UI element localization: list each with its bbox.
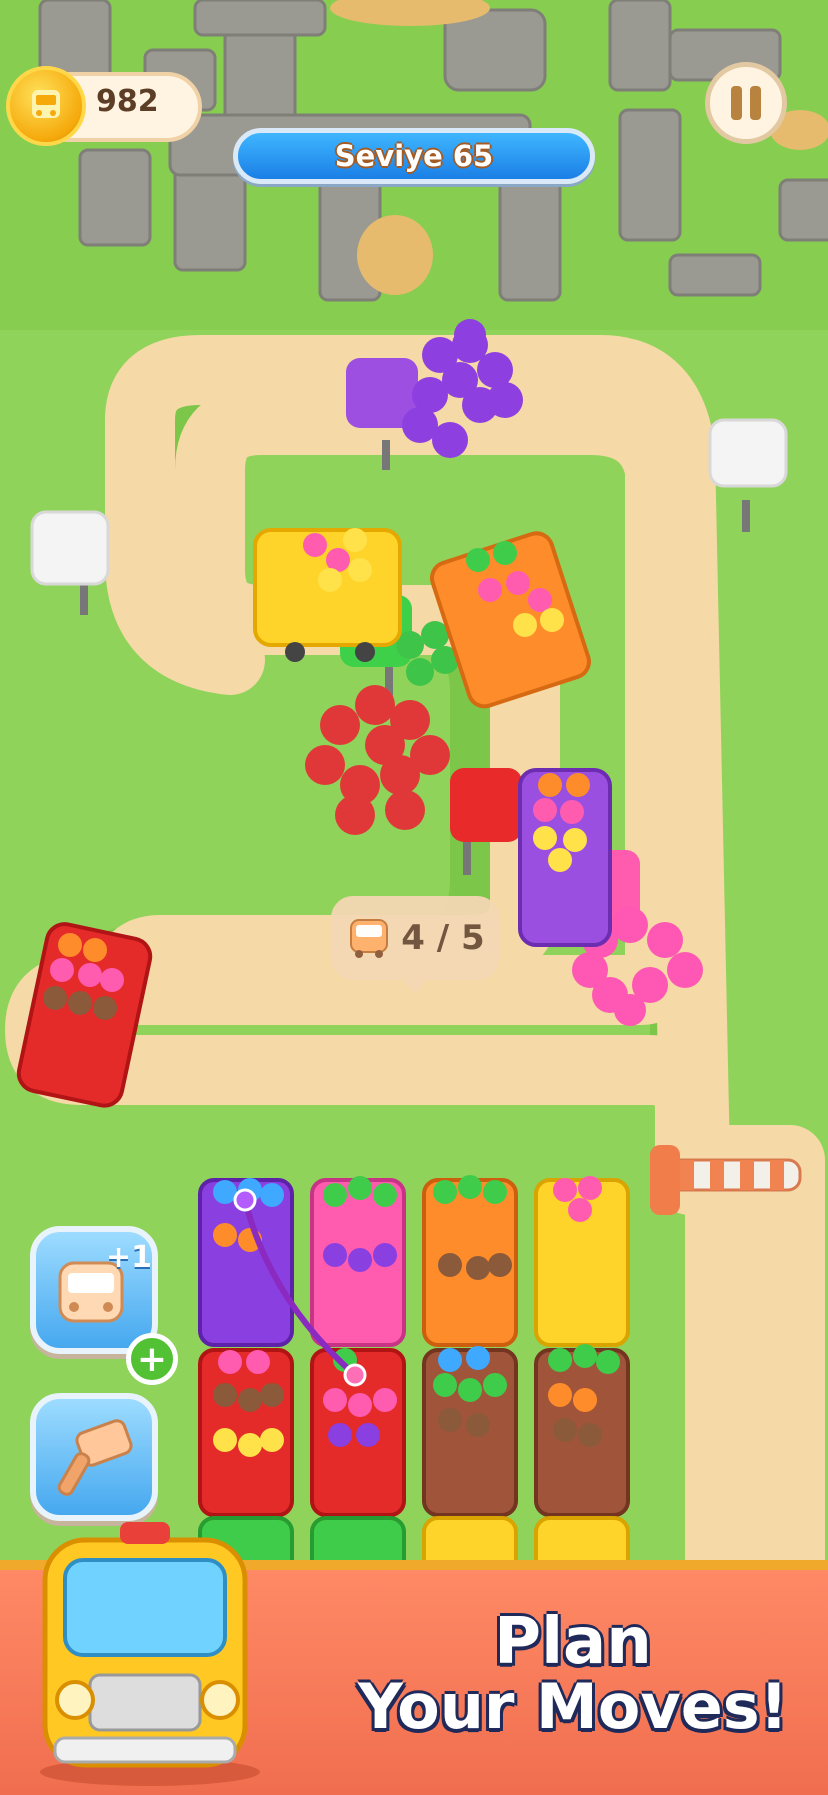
coin-amount: 982 [96,84,159,119]
bus-capacity-counter: 4 / 5 [331,896,499,994]
bus-coin-icon [6,66,86,146]
pause-button[interactable] [705,62,787,144]
level-banner: Seviye 65 [233,128,595,184]
tagline: Plan Your Moves! [357,1605,788,1744]
bus-icon [350,919,389,958]
pause-icon [727,86,765,120]
tagline-line-2: Your Moves! [357,1670,788,1744]
buy-booster-plus-icon[interactable]: + [126,1333,178,1385]
level-label: Seviye 65 [334,139,494,173]
counter-label: 4 / 5 [401,918,485,958]
yellow-bus-mascot [40,1522,260,1786]
plus-one-label: +1 [106,1240,153,1275]
tagline-line-1: Plan [494,1605,652,1679]
hammer-icon [57,1419,133,1496]
